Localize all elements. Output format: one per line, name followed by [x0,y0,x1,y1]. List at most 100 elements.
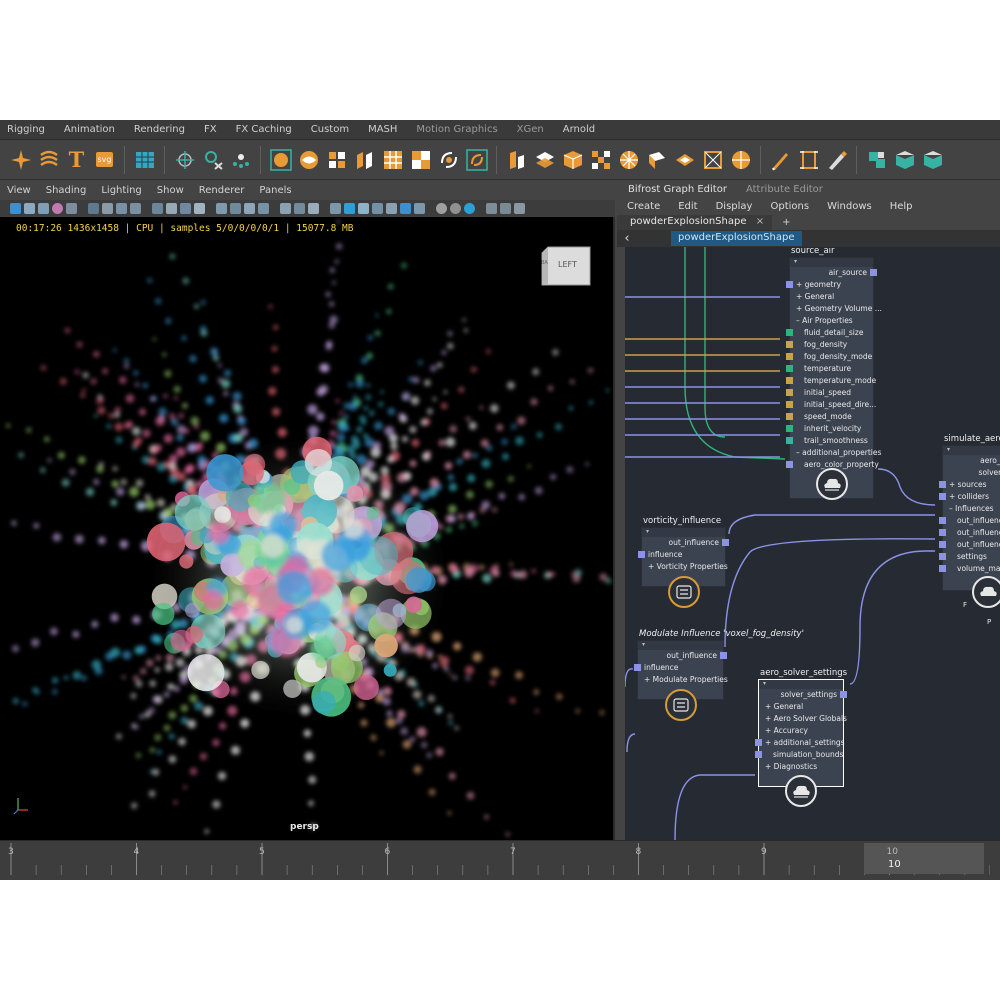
light-bulb-icon[interactable] [400,203,411,214]
field-icon[interactable] [408,147,433,172]
node-output-port[interactable]: out_influence [642,537,729,549]
time-slider[interactable]: 3 4 5 6 7 8 9 10 10 [0,840,1000,880]
shelf-tab-rendering[interactable]: Rendering [127,124,197,135]
cache-icon[interactable] [436,147,461,172]
port-icon[interactable] [755,751,762,758]
node-input-port[interactable]: influence [634,662,723,674]
viewport-menu-shading[interactable]: Shading [39,185,95,196]
bifrost-aero-icon[interactable] [296,147,321,172]
cloth-icon[interactable] [672,147,697,172]
node-output-port[interactable]: air_source [790,267,877,279]
shelf-tab-arnold[interactable]: Arnold [556,124,607,135]
antialiasing-icon[interactable] [386,203,397,214]
node-port-row[interactable]: fluid_detail_size [786,327,873,339]
resolution-gate-icon[interactable] [130,203,141,214]
xray-icon[interactable] [294,203,305,214]
tab-bifrost-graph-editor[interactable]: Bifrost Graph Editor [617,184,735,195]
wireframe-on-shaded-icon[interactable] [280,203,291,214]
menu-edit[interactable]: Edit [668,201,705,212]
box-select-icon[interactable] [796,147,821,172]
node-port-row[interactable]: + additional_settings [755,737,845,749]
node-port-row[interactable]: volume_materia [939,563,1000,575]
shelf-tab-rigging[interactable]: Rigging [0,124,57,135]
type-tool-icon[interactable]: T [64,147,89,172]
node-port-row[interactable]: out_influenc [939,539,1000,551]
cube-icon[interactable] [560,147,585,172]
sphere-grid-icon[interactable] [728,147,753,172]
wheel-icon[interactable] [616,147,641,172]
grid-toggle-icon[interactable] [102,203,113,214]
text-curves-icon[interactable] [36,147,61,172]
node-port-row[interactable]: temperature [786,363,873,375]
port-icon[interactable] [786,425,793,432]
port-icon[interactable] [786,329,793,336]
port-icon[interactable] [786,341,793,348]
wireframe-icon[interactable] [216,203,227,214]
graph-tab-powder-explosion[interactable]: powderExplosionShape × [617,215,773,230]
back-arrow-icon[interactable]: ‹ [617,231,637,246]
viewport-canvas[interactable]: 00:17:26 1436x1458 | CPU | samples 5/0/0… [0,217,613,840]
node-output-port[interactable]: solver_ [943,467,1000,479]
grid-icon[interactable] [132,147,157,172]
viewport-menu-show[interactable]: Show [150,185,192,196]
node-port-row[interactable]: + Diagnostics [759,761,843,773]
node-port-row[interactable]: fog_density_mode [786,351,873,363]
port-icon[interactable] [939,493,946,500]
shelf-tab-custom[interactable]: Custom [304,124,361,135]
locator-icon[interactable] [172,147,197,172]
safe-title-icon[interactable] [194,203,205,214]
bifrost-liquid-icon[interactable] [268,147,293,172]
port-icon[interactable] [786,461,793,468]
current-frame-value[interactable]: 10 [888,859,901,870]
node-port-row[interactable]: + Aero Solver Globals [759,713,847,725]
viewport-menu-view[interactable]: View [0,185,39,196]
menu-create[interactable]: Create [617,201,668,212]
port-icon[interactable] [786,437,793,444]
mash-cloth-icon[interactable] [920,147,945,172]
port-icon[interactable] [840,691,847,698]
node-simulate-aero[interactable]: simulate_aero ▾ aero_v solver_ + sources… [939,434,1000,626]
ambient-occlusion-icon[interactable] [372,203,383,214]
gamma-icon[interactable] [450,203,461,214]
node-port-row[interactable]: temperature_mode [786,375,876,387]
port-icon[interactable] [638,551,645,558]
panel-layout-icon[interactable] [500,203,511,214]
gate-mask-icon[interactable] [152,203,163,214]
node-output-port[interactable]: out_influence [638,650,727,662]
shelf-tab-fx-caching[interactable]: FX Caching [229,124,304,135]
node-input-port[interactable]: influence [638,549,725,561]
shelf-tab-animation[interactable]: Animation [57,124,127,135]
node-port-row[interactable]: – Influences [943,503,1000,515]
node-port-row[interactable]: + sources [939,479,1000,491]
color-management-icon[interactable] [464,203,475,214]
safe-action-icon[interactable] [180,203,191,214]
node-graph-canvas[interactable]: source_air ▾ air_source + geometry + Gene… [625,247,1000,840]
pencil-icon[interactable] [768,147,793,172]
smooth-shade-icon[interactable] [230,203,241,214]
node-port-row[interactable]: + Accuracy [759,725,843,737]
emitter-icon[interactable] [324,147,349,172]
tab-attribute-editor[interactable]: Attribute Editor [735,184,831,195]
sparkle-icon[interactable] [8,147,33,172]
svg-tool-icon[interactable]: svg [92,147,117,172]
port-icon[interactable] [786,401,793,408]
mash-network-icon[interactable] [864,147,889,172]
viewport-menu-renderer[interactable]: Renderer [192,185,253,196]
port-icon[interactable] [786,281,793,288]
node-port-row[interactable]: settings [939,551,1000,563]
port-icon[interactable] [939,553,946,560]
node-port-row[interactable]: out_influenc [939,527,1000,539]
node-port-row[interactable]: simulation_bounds [755,749,843,761]
bookmark-icon[interactable] [38,203,49,214]
textured-icon[interactable] [258,203,269,214]
grease-pencil-icon[interactable] [88,203,99,214]
menu-options[interactable]: Options [760,201,817,212]
port-icon[interactable] [786,377,793,384]
bounds-icon[interactable] [700,147,725,172]
collider-icon[interactable] [352,147,377,172]
2d-pan-icon[interactable] [66,203,77,214]
shelf-tab-mash[interactable]: MASH [361,124,409,135]
node-port-row[interactable]: + General [759,701,843,713]
checker-icon[interactable] [588,147,613,172]
port-icon[interactable] [939,481,946,488]
